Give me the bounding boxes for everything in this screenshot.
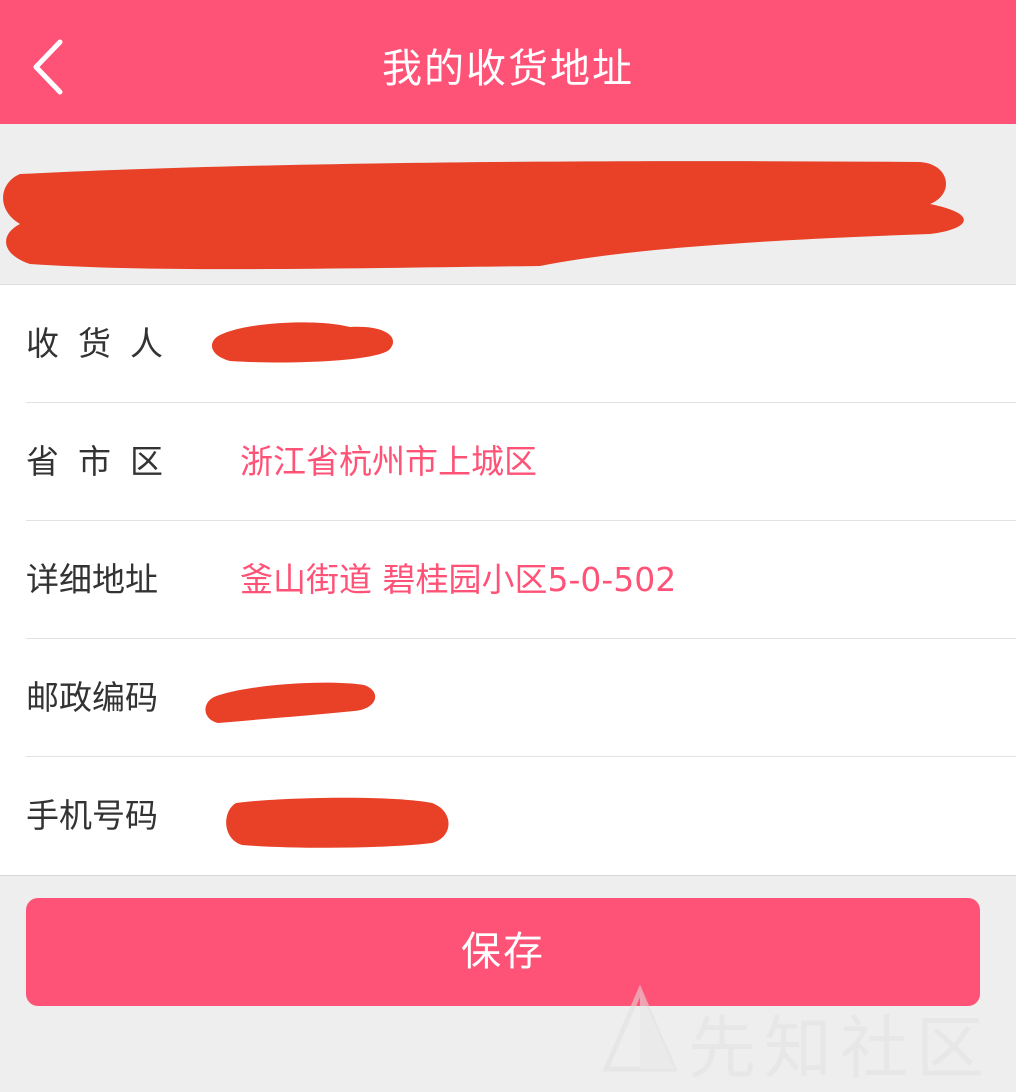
region-value: 浙江省杭州市上城区 — [240, 442, 537, 481]
watermark-logo-icon — [602, 985, 678, 1072]
phone-row[interactable]: 手机号码 — [26, 757, 1016, 874]
recipient-label: 收货人 — [26, 324, 182, 363]
address-summary — [0, 124, 1016, 284]
app-header: 我的收货地址 — [0, 0, 1016, 124]
watermark-text: 先知社区 — [688, 1010, 993, 1089]
recipient-row[interactable]: 收货人 — [26, 285, 1016, 403]
page-title: 我的收货地址 — [382, 46, 634, 92]
detail-address-label: 详细地址 — [26, 560, 158, 599]
postcode-label: 邮政编码 — [26, 678, 158, 717]
redaction-mark — [3, 161, 964, 270]
redaction-mark — [205, 682, 376, 723]
detail-address-value: 釜山街道 碧桂园小区5-0-502 — [240, 560, 677, 599]
region-label: 省市区 — [26, 442, 182, 481]
detail-address-row[interactable]: 详细地址 釜山街道 碧桂园小区5-0-502 — [26, 521, 1016, 639]
redaction-mark — [226, 797, 449, 848]
redaction-mark — [211, 322, 394, 363]
region-row[interactable]: 省市区 浙江省杭州市上城区 — [26, 403, 1016, 521]
phone-label: 手机号码 — [26, 796, 158, 835]
postcode-row[interactable]: 邮政编码 — [26, 639, 1016, 757]
address-form: 收货人 省市区 浙江省杭州市上城区 详细地址 釜山街道 碧桂园小区5-0-502… — [0, 284, 1016, 876]
watermark: 先知社区 — [600, 985, 1000, 1089]
